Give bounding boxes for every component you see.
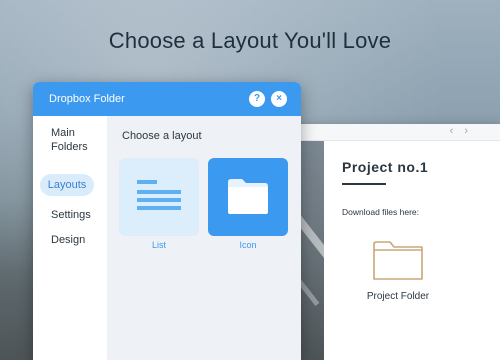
project-folder-label[interactable]: Project Folder <box>342 291 454 302</box>
layout-option-list-label[interactable]: List <box>119 240 199 250</box>
layout-option-icon[interactable] <box>208 158 288 236</box>
sidebar-item-main-folders[interactable]: Main Folders <box>51 126 101 154</box>
project-title: Project no.1 <box>342 159 429 175</box>
sidebar-item-settings[interactable]: Settings <box>51 208 91 222</box>
download-label: Download files here: <box>342 207 420 217</box>
settings-sidebar: Main Folders Layouts Settings Design <box>33 116 107 360</box>
dropbox-folder-settings-panel: Dropbox Folder ? × Main Folders Layouts … <box>33 82 301 360</box>
preview-content: Project no.1 Download files here: Projec… <box>324 141 500 360</box>
preview-nav-arrows-icon[interactable]: ‹ › <box>450 125 472 137</box>
folder-icon <box>228 179 268 214</box>
panel-title: Dropbox Folder <box>49 93 125 105</box>
help-button[interactable]: ? <box>249 91 265 107</box>
title-underline <box>342 183 386 185</box>
panel-header: Dropbox Folder ? × <box>33 82 301 116</box>
layout-option-list[interactable] <box>119 158 199 236</box>
sidebar-item-layouts[interactable]: Layouts <box>40 174 94 196</box>
choose-layout-label: Choose a layout <box>122 130 202 142</box>
layout-picker: Choose a layout List Icon <box>107 116 301 360</box>
close-button[interactable]: × <box>271 91 287 107</box>
layout-option-icon-label[interactable]: Icon <box>208 240 288 250</box>
page-headline: Choose a Layout You'll Love <box>108 28 392 53</box>
list-icon <box>137 180 181 210</box>
sidebar-item-design[interactable]: Design <box>51 233 85 247</box>
project-folder-icon[interactable] <box>372 237 424 281</box>
